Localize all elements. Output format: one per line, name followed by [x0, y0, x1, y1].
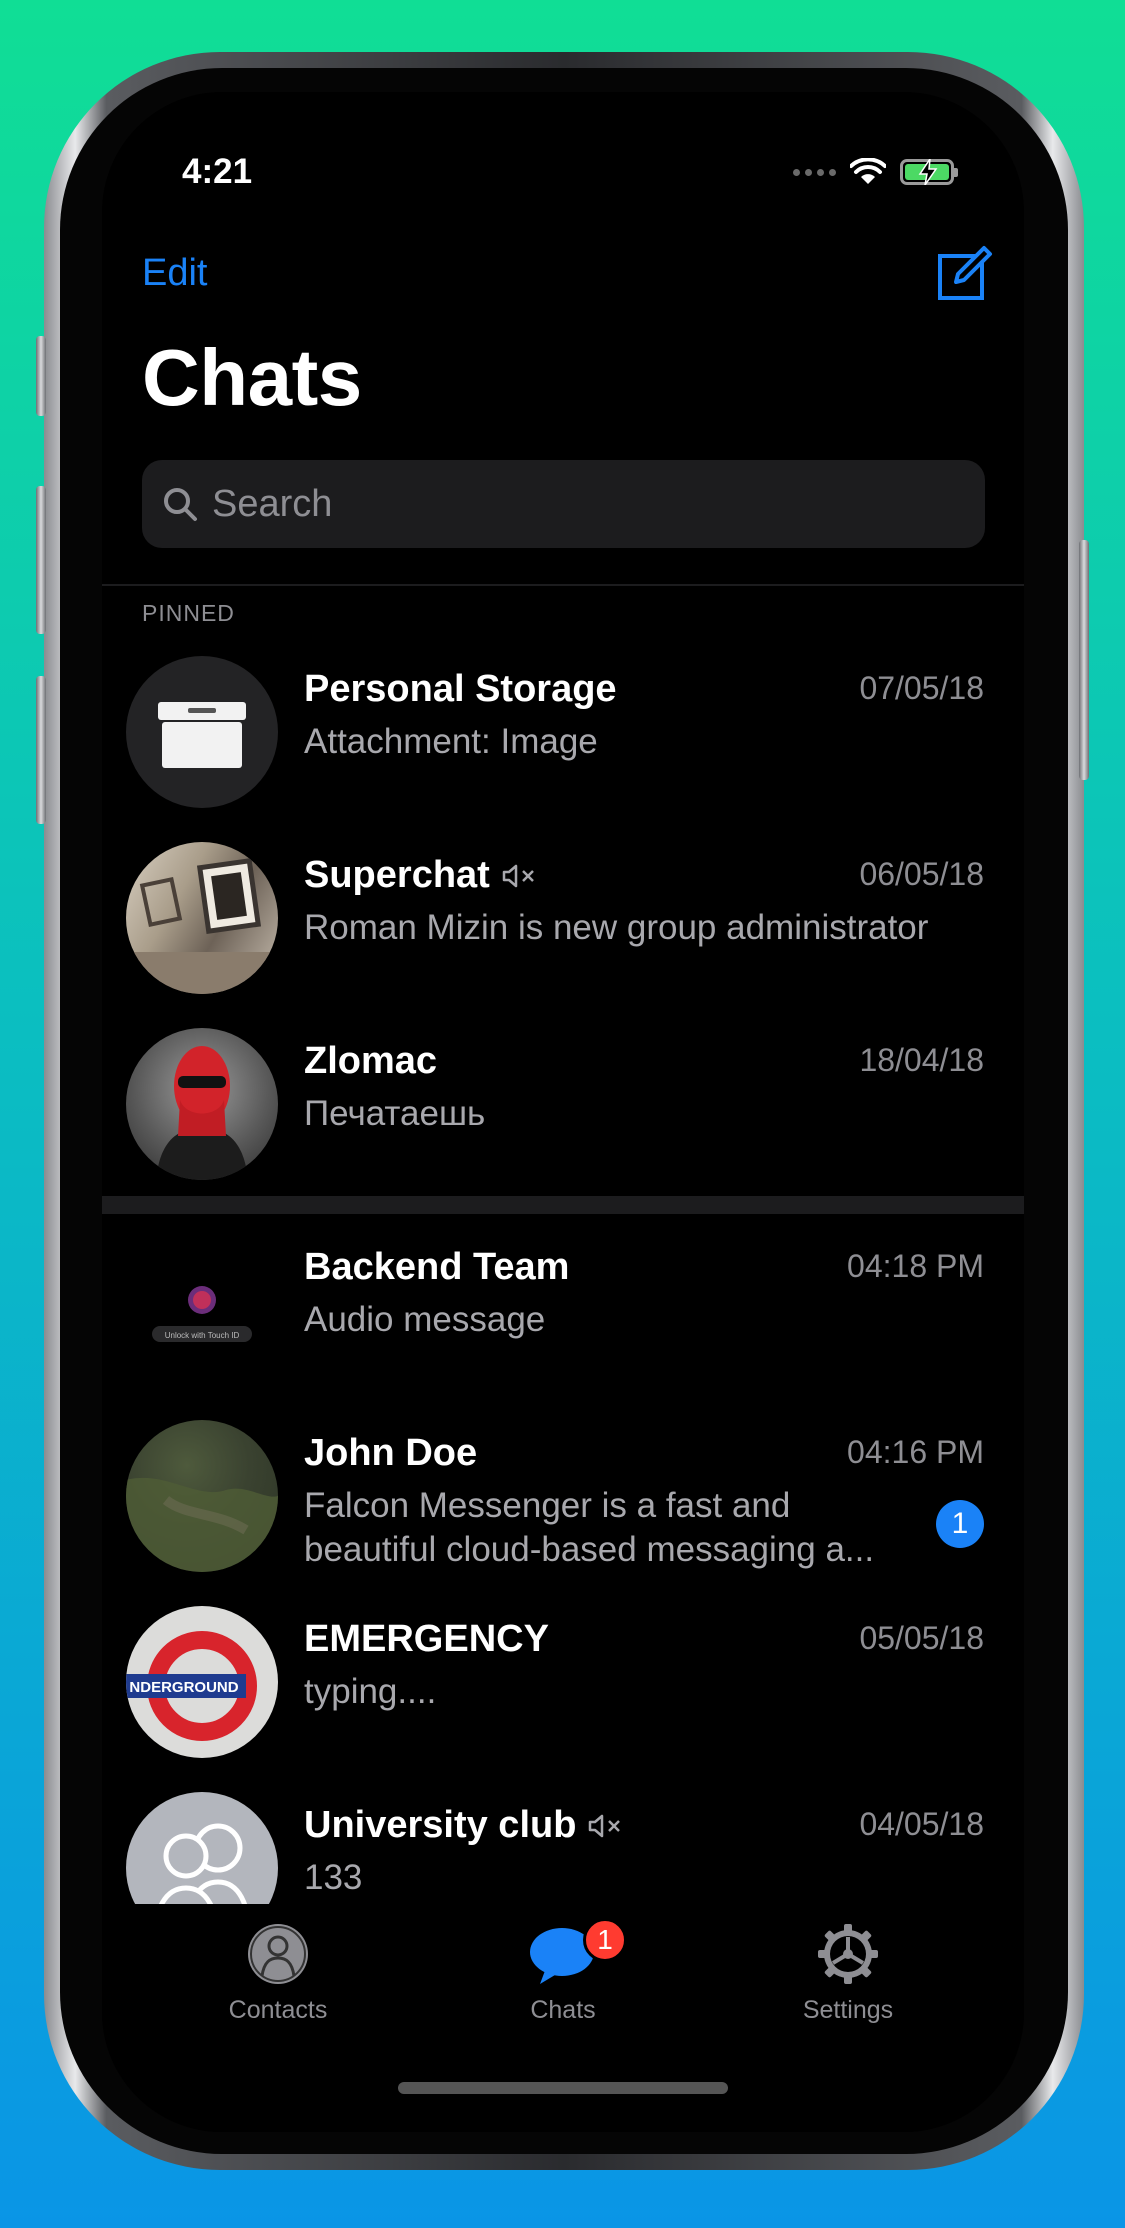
chat-row-personal-storage[interactable]: Personal Storage 07/05/18 Attachment: Im…: [102, 648, 1024, 834]
pinned-section-label: PINNED: [142, 600, 235, 626]
chat-row-john-doe[interactable]: John Doe 04:16 PM Falcon Messenger is a …: [102, 1412, 1024, 1598]
photo-avatar: [126, 1477, 278, 1572]
svg-text:NDERGROUND: NDERGROUND: [129, 1679, 238, 1696]
compose-icon[interactable]: [936, 244, 996, 304]
chat-date: 04/05/18: [859, 1806, 984, 1842]
search-icon: [164, 488, 197, 521]
chat-date: 06/05/18: [859, 856, 984, 892]
chat-date: 18/04/18: [859, 1042, 984, 1078]
chat-name: EMERGENCY: [304, 1618, 549, 1660]
chat-preview: Attachment: Image: [304, 722, 598, 761]
chat-name: Personal Storage: [304, 668, 617, 710]
chat-row-backend-team[interactable]: Unlock with Touch ID Backend Team 04:18 …: [102, 1226, 1024, 1412]
chat-name: University club: [304, 1804, 622, 1847]
section-divider: [102, 1196, 1024, 1214]
storage-box-icon: [158, 702, 246, 768]
avatar: [126, 842, 278, 994]
avatar: Unlock with Touch ID: [126, 1234, 278, 1386]
chat-preview: Audio message: [304, 1300, 546, 1339]
battery-charging-icon: [900, 159, 958, 185]
mute-switch: [36, 336, 46, 416]
svg-text:Unlock with Touch ID: Unlock with Touch ID: [165, 1331, 240, 1340]
tab-bar: Contacts 1 Chats Settings: [102, 1904, 1024, 2132]
avatar: [126, 656, 278, 808]
tab-label: Chats: [530, 1996, 596, 2024]
tab-label: Contacts: [228, 1996, 328, 2024]
chat-name: John Doe: [304, 1432, 478, 1474]
volume-up-button: [36, 486, 46, 634]
avatar: [126, 1420, 278, 1572]
chat-name: Backend Team: [304, 1246, 570, 1288]
search-input[interactable]: [212, 482, 912, 526]
tab-chats[interactable]: 1 Chats: [463, 1918, 663, 2025]
home-indicator: [398, 2082, 728, 2094]
chat-preview: typing....: [304, 1672, 437, 1711]
chat-date: 04:16 PM: [847, 1434, 984, 1470]
edit-button[interactable]: Edit: [142, 252, 207, 295]
chat-row-emergency[interactable]: NDERGROUND EMERGENCY 05/05/18 typing....: [102, 1598, 1024, 1784]
muted-icon: [502, 864, 534, 887]
chat-date: 04:18 PM: [847, 1248, 984, 1284]
contacts-icon: [248, 1924, 308, 1984]
underground-sign: NDERGROUND: [126, 1631, 257, 1741]
touch-id-image: Unlock with Touch ID: [152, 1286, 252, 1342]
chat-name: Superchat: [304, 854, 536, 897]
page-title: Chats: [142, 333, 362, 422]
power-button: [1079, 540, 1089, 780]
tab-settings[interactable]: Settings: [748, 1922, 948, 2025]
chat-preview: Печатаешь: [304, 1094, 486, 1133]
avatar: NDERGROUND: [126, 1606, 278, 1758]
status-indicators: [793, 152, 958, 192]
status-time: 4:21: [182, 152, 253, 191]
photo-avatar: [126, 858, 278, 994]
divider: [102, 584, 1024, 586]
gear-icon: [818, 1924, 878, 1984]
screen: 4:21 Edit Chats PINNED: [102, 92, 1024, 2132]
volume-down-button: [36, 676, 46, 824]
tab-badge: 1: [583, 1918, 627, 1962]
chat-preview: 133: [304, 1858, 363, 1897]
signal-icon: [793, 168, 836, 176]
chat-name: Zlomac: [304, 1040, 438, 1082]
chat-date: 07/05/18: [859, 670, 984, 706]
photo-avatar: [156, 1046, 248, 1180]
chat-preview: Falcon Messenger is a fast and beautiful…: [304, 1486, 875, 1569]
wifi-icon: [850, 158, 886, 184]
muted-icon: [589, 1814, 621, 1837]
avatar: [126, 1028, 278, 1180]
chat-row-zlomac[interactable]: Zlomac 18/04/18 Печатаешь: [102, 1020, 1024, 1206]
chat-preview: Roman Mizin is new group administrator: [304, 908, 929, 947]
chat-row-superchat[interactable]: Superchat 06/05/18 Roman Mizin is new gr…: [102, 834, 1024, 1020]
chat-date: 05/05/18: [859, 1620, 984, 1656]
tab-contacts[interactable]: Contacts: [178, 1922, 378, 2025]
unread-badge: 1: [936, 1500, 984, 1548]
search-bar[interactable]: [142, 460, 985, 548]
tab-label: Settings: [802, 1996, 894, 2024]
